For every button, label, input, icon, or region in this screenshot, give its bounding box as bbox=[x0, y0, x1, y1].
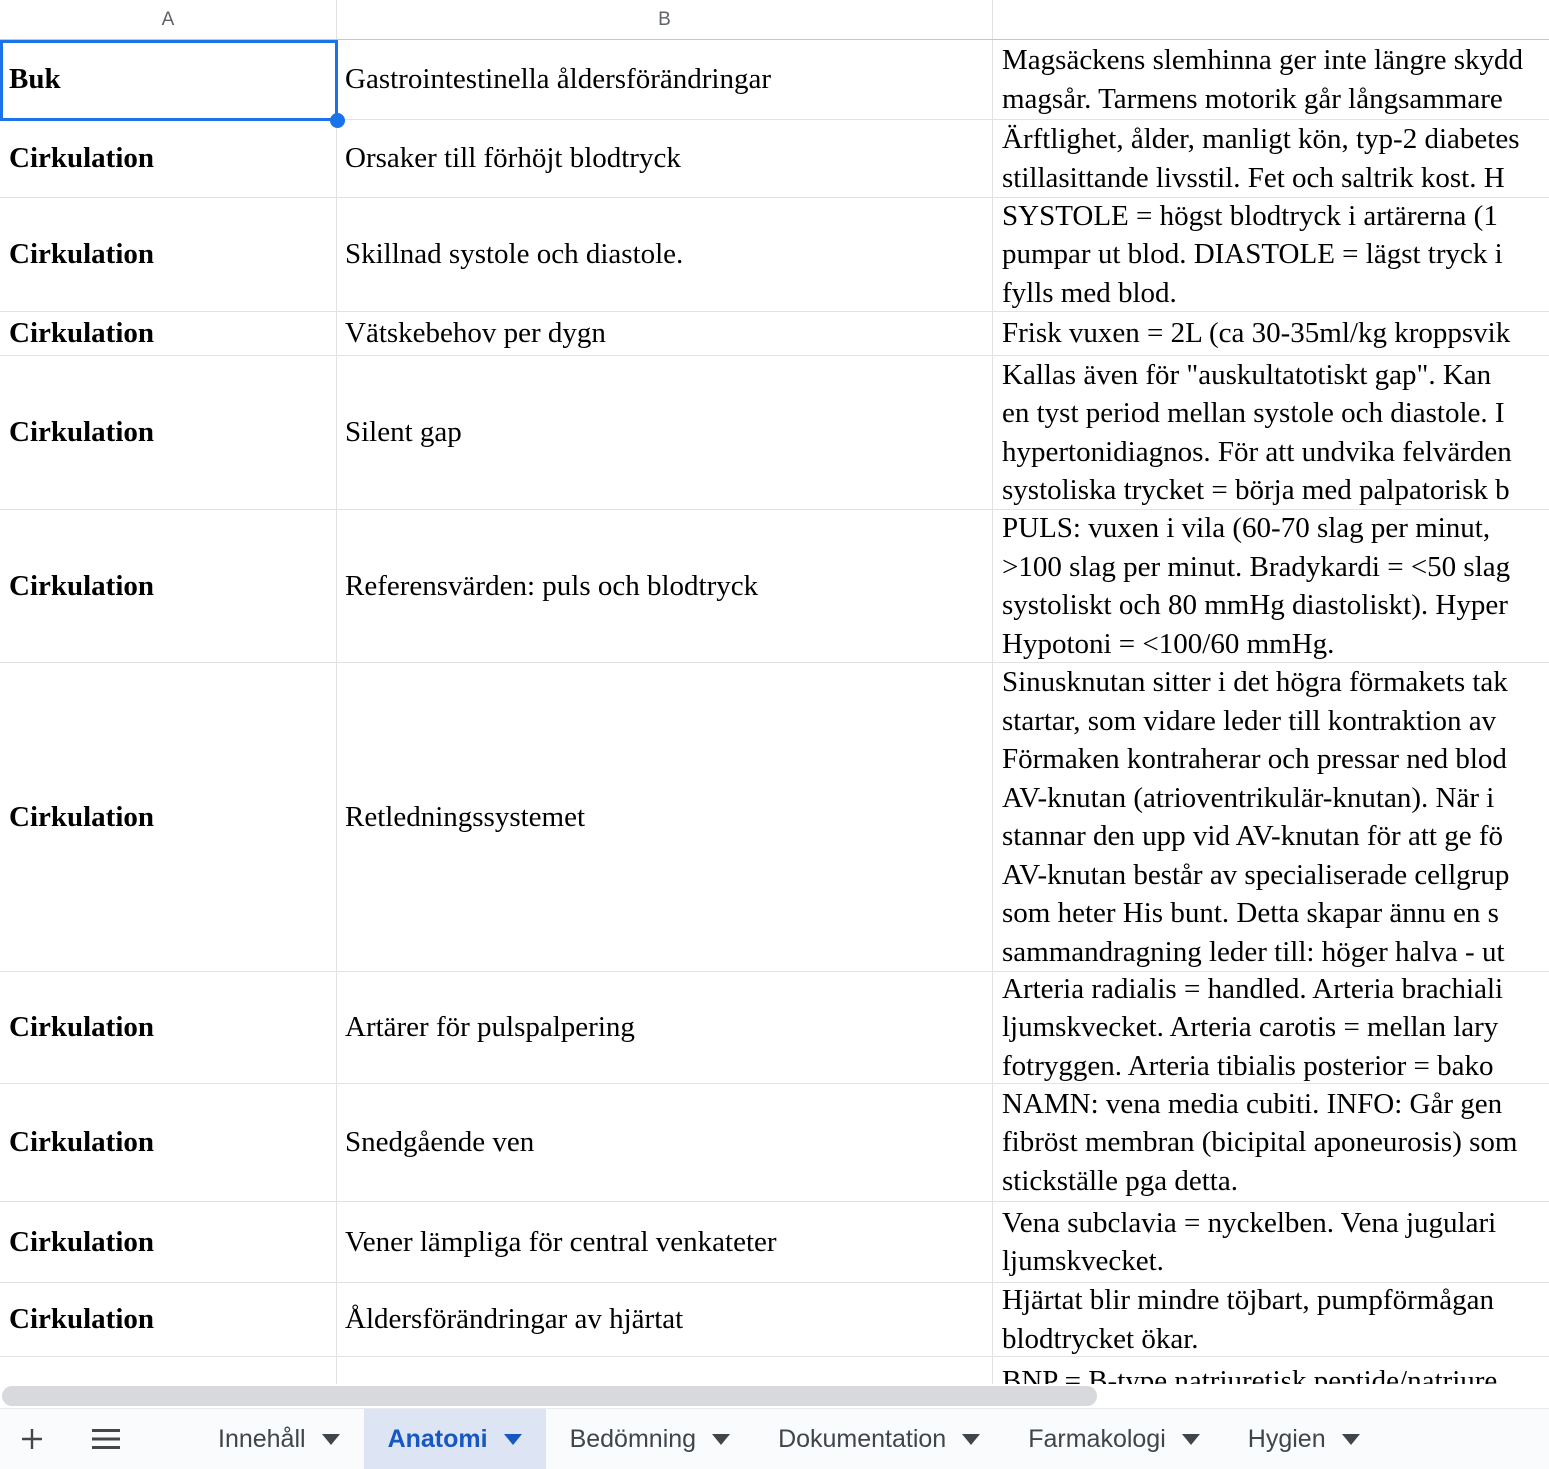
sheet-tab-dokumentation[interactable]: Dokumentation bbox=[754, 1409, 1004, 1469]
cell-c9[interactable]: NAMN: vena media cubiti. INFO: Går gen f… bbox=[993, 1084, 1549, 1201]
chevron-down-icon bbox=[322, 1434, 340, 1445]
cell-b9[interactable]: Snedgående ven bbox=[337, 1084, 993, 1201]
cell-b7[interactable]: Retledningssystemet bbox=[337, 663, 993, 971]
sheet-tab-anatomi[interactable]: Anatomi bbox=[364, 1409, 546, 1469]
table-row: Cirkulation Orsaker till förhöjt blodtry… bbox=[0, 120, 1549, 198]
table-row: Cirkulation Referensvärden: puls och blo… bbox=[0, 510, 1549, 663]
chevron-down-icon bbox=[1182, 1434, 1200, 1445]
cell-a1[interactable]: Buk bbox=[0, 40, 337, 119]
cell-b5[interactable]: Silent gap bbox=[337, 356, 993, 509]
cell-b3[interactable]: Skillnad systole och diastole. bbox=[337, 198, 993, 311]
cell-c11[interactable]: Hjärtat blir mindre töjbart, pumpförmåga… bbox=[993, 1283, 1549, 1356]
cell-b12[interactable] bbox=[337, 1357, 993, 1384]
cell-c4[interactable]: Frisk vuxen = 2L (ca 30-35ml/kg kroppsvi… bbox=[993, 312, 1549, 355]
cell-a3[interactable]: Cirkulation bbox=[0, 198, 337, 311]
cell-b2[interactable]: Orsaker till förhöjt blodtryck bbox=[337, 120, 993, 197]
column-header-a-label: A bbox=[162, 9, 175, 31]
sheet-tab-farmakologi[interactable]: Farmakologi bbox=[1004, 1409, 1224, 1469]
cell-a5[interactable]: Cirkulation bbox=[0, 356, 337, 509]
chevron-down-icon bbox=[962, 1434, 980, 1445]
column-header-c[interactable] bbox=[993, 0, 1549, 39]
cell-a6[interactable]: Cirkulation bbox=[0, 510, 337, 662]
all-sheets-menu-button[interactable] bbox=[84, 1409, 128, 1469]
cell-c12[interactable]: BNP = B-type natriuretisk peptide/natriu… bbox=[993, 1357, 1549, 1384]
plus-icon bbox=[18, 1425, 46, 1453]
spreadsheet-app: A B Buk Gastrointestinella åldersförändr… bbox=[0, 0, 1549, 1469]
cell-c1[interactable]: Magsäckens slemhinna ger inte längre sky… bbox=[993, 40, 1549, 119]
column-header-b-label: B bbox=[658, 9, 671, 31]
chevron-down-icon bbox=[1342, 1434, 1360, 1445]
column-header-b[interactable]: B bbox=[337, 0, 993, 39]
cell-b8[interactable]: Artärer för pulspalpering bbox=[337, 972, 993, 1083]
cell-c6[interactable]: PULS: vuxen i vila (60-70 slag per minut… bbox=[993, 510, 1549, 662]
cell-b4[interactable]: Vätskebehov per dygn bbox=[337, 312, 993, 355]
cell-b6[interactable]: Referensvärden: puls och blodtryck bbox=[337, 510, 993, 662]
column-header-row: A B bbox=[0, 0, 1549, 40]
sheet-tab-bedomning[interactable]: Bedömning bbox=[546, 1409, 754, 1469]
cell-c2[interactable]: Ärftlighet, ålder, manligt kön, typ-2 di… bbox=[993, 120, 1549, 197]
cell-c5[interactable]: Kallas även för "auskultatotiskt gap". K… bbox=[993, 356, 1549, 509]
table-row: Cirkulation Snedgående ven NAMN: vena me… bbox=[0, 1084, 1549, 1202]
cell-a8[interactable]: Cirkulation bbox=[0, 972, 337, 1083]
cell-c10[interactable]: Vena subclavia = nyckelben. Vena jugular… bbox=[993, 1202, 1549, 1282]
cell-a9[interactable]: Cirkulation bbox=[0, 1084, 337, 1201]
cell-a2[interactable]: Cirkulation bbox=[0, 120, 337, 197]
table-row: Cirkulation Vätskebehov per dygn Frisk v… bbox=[0, 312, 1549, 356]
table-row: Cirkulation Retledningssystemet Sinusknu… bbox=[0, 663, 1549, 972]
chevron-down-icon bbox=[504, 1434, 522, 1445]
cell-c3[interactable]: SYSTOLE = högst blodtryck i artärerna (1… bbox=[993, 198, 1549, 311]
hamburger-menu-icon bbox=[91, 1428, 121, 1450]
table-row: Cirkulation Åldersförändringar av hjärta… bbox=[0, 1283, 1549, 1357]
fill-handle[interactable] bbox=[330, 113, 345, 128]
cell-b10[interactable]: Vener lämpliga för central venkateter bbox=[337, 1202, 993, 1282]
column-header-a[interactable]: A bbox=[0, 0, 337, 39]
cell-a4[interactable]: Cirkulation bbox=[0, 312, 337, 355]
cell-a10[interactable]: Cirkulation bbox=[0, 1202, 337, 1282]
cell-a11[interactable]: Cirkulation bbox=[0, 1283, 337, 1356]
table-row: BNP = B-type natriuretisk peptide/natriu… bbox=[0, 1357, 1549, 1384]
cell-grid: Buk Gastrointestinella åldersförändringa… bbox=[0, 40, 1549, 1384]
add-sheet-button[interactable] bbox=[10, 1409, 54, 1469]
cell-b11[interactable]: Åldersförändringar av hjärtat bbox=[337, 1283, 993, 1356]
table-row: Cirkulation Artärer för pulspalpering Ar… bbox=[0, 972, 1549, 1084]
sheet-tab-bar: Innehåll Anatomi Bedömning Dokumentation… bbox=[0, 1408, 1549, 1469]
table-row: Cirkulation Silent gap Kallas även för "… bbox=[0, 356, 1549, 510]
cell-a7[interactable]: Cirkulation bbox=[0, 663, 337, 971]
table-row: Cirkulation Vener lämpliga för central v… bbox=[0, 1202, 1549, 1283]
cell-c8[interactable]: Arteria radialis = handled. Arteria brac… bbox=[993, 972, 1549, 1083]
table-row: Cirkulation Skillnad systole och diastol… bbox=[0, 198, 1549, 312]
cell-b1[interactable]: Gastrointestinella åldersförändringar bbox=[337, 40, 993, 119]
sheet-tabs: Innehåll Anatomi Bedömning Dokumentation… bbox=[194, 1409, 1384, 1469]
horizontal-scrollbar-thumb[interactable] bbox=[2, 1386, 1097, 1406]
sheet-tab-innehall[interactable]: Innehåll bbox=[194, 1409, 364, 1469]
cell-c7[interactable]: Sinusknutan sitter i det högra förmakets… bbox=[993, 663, 1549, 971]
cell-a12[interactable] bbox=[0, 1357, 337, 1384]
chevron-down-icon bbox=[712, 1434, 730, 1445]
table-row: Buk Gastrointestinella åldersförändringa… bbox=[0, 40, 1549, 120]
sheet-tab-hygien[interactable]: Hygien bbox=[1224, 1409, 1384, 1469]
